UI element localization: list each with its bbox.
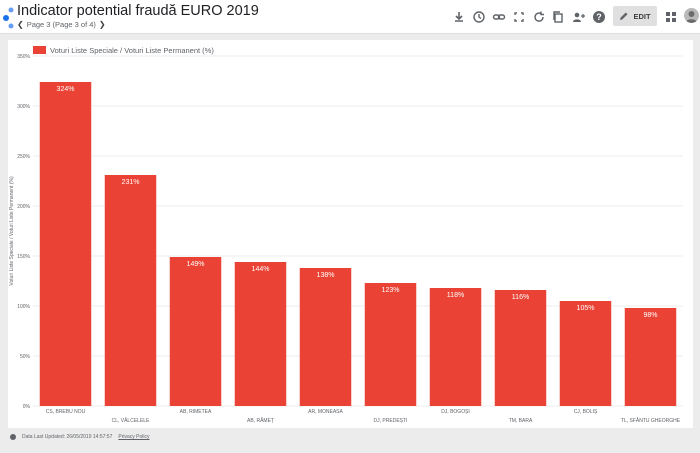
x-category-label: CL, VĂLCELELE bbox=[112, 417, 150, 424]
bar[interactable] bbox=[559, 301, 612, 406]
x-category-label: CJ, BOLIȘ bbox=[574, 409, 598, 415]
help-icon[interactable]: ? bbox=[592, 10, 606, 24]
legend-swatch bbox=[33, 46, 46, 54]
top-bar: Indicator potential fraudă EURO 2019 ❮ P… bbox=[0, 0, 700, 34]
bar-value-label: 324% bbox=[57, 86, 75, 93]
edit-button-label: EDIT bbox=[633, 11, 651, 21]
x-category-label: CS, BREBU NOU bbox=[46, 409, 86, 415]
chevron-left-icon[interactable]: ❮ bbox=[17, 20, 24, 29]
x-category-label: AB, RIMETEA bbox=[180, 409, 212, 415]
data-studio-logo[interactable] bbox=[2, 7, 14, 29]
x-category-label: DJ, BOGOȘI bbox=[441, 409, 470, 415]
download-icon[interactable] bbox=[452, 10, 466, 24]
y-tick-label: 0% bbox=[23, 404, 31, 410]
report-canvas: 0% 50% 100% 150% 200% 250% 300% 350% Voturi List… bbox=[8, 40, 693, 428]
footer: Data Last Updated: 26/05/2019 14:57:57 P… bbox=[10, 434, 149, 440]
bar-value-label: 149% bbox=[187, 261, 205, 268]
apps-grid-icon[interactable] bbox=[664, 10, 678, 24]
report-title: Indicator potential fraudă EURO 2019 bbox=[17, 3, 259, 19]
bar-value-label: 231% bbox=[122, 179, 140, 186]
y-tick-label: 150% bbox=[17, 254, 30, 260]
privacy-policy-link[interactable]: Privacy Policy bbox=[118, 434, 149, 440]
link-icon[interactable] bbox=[492, 10, 506, 24]
svg-text:?: ? bbox=[596, 12, 602, 22]
last-updated-text: Data Last Updated: 26/05/2019 14:57:57 bbox=[22, 434, 113, 440]
avatar-icon[interactable] bbox=[684, 8, 699, 23]
copy-icon[interactable] bbox=[551, 10, 565, 24]
x-category-label: DJ, PREDEȘTI bbox=[374, 418, 408, 424]
page-info: Page 3 (Page 3 of 4) bbox=[26, 20, 96, 29]
y-tick-label: 350% bbox=[17, 54, 30, 60]
y-tick-label: 250% bbox=[17, 154, 30, 160]
page-navigator: ❮ Page 3 (Page 3 of 4) ❯ bbox=[17, 20, 106, 29]
y-tick-label: 300% bbox=[17, 104, 30, 110]
bar-value-label: 144% bbox=[252, 266, 270, 273]
bar[interactable] bbox=[234, 262, 287, 406]
bar[interactable] bbox=[169, 257, 222, 406]
bar-value-label: 116% bbox=[512, 294, 529, 301]
x-category-label: TL, SFÂNTU GHEORGHE bbox=[621, 417, 681, 424]
refresh-icon[interactable] bbox=[532, 10, 546, 24]
bar[interactable] bbox=[364, 283, 417, 406]
share-icon[interactable] bbox=[572, 10, 586, 24]
y-tick-label: 100% bbox=[17, 304, 30, 310]
bar-value-label: 105% bbox=[577, 305, 595, 312]
legend-label[interactable]: Voturi Liste Speciale / Voturi Liste Per… bbox=[50, 46, 214, 55]
bar-value-label: 118% bbox=[447, 292, 464, 299]
bar[interactable] bbox=[299, 268, 352, 406]
edit-button[interactable]: EDIT bbox=[613, 6, 657, 26]
bar-value-label: 123% bbox=[382, 287, 400, 294]
bar[interactable] bbox=[624, 308, 677, 406]
bar[interactable] bbox=[494, 290, 547, 406]
bar-chart[interactable]: 0% 50% 100% 150% 200% 250% 300% 350% Voturi List… bbox=[8, 40, 693, 428]
fullscreen-icon[interactable] bbox=[512, 10, 526, 24]
y-axis-title: Voturi Liste Speciale / Voturi Liste Per… bbox=[9, 176, 15, 286]
x-category-label: TM, BARA bbox=[509, 418, 533, 424]
bar[interactable] bbox=[104, 175, 157, 406]
bar-value-label: 138% bbox=[317, 272, 335, 279]
y-tick-label: 50% bbox=[20, 354, 31, 360]
x-category-label: AB, RÂMEȚ bbox=[247, 417, 274, 424]
bar-value-label: 98% bbox=[643, 312, 657, 319]
x-category-label: AR, MONEASA bbox=[308, 409, 343, 415]
bar[interactable] bbox=[429, 288, 482, 406]
history-icon[interactable] bbox=[472, 10, 486, 24]
bar[interactable] bbox=[39, 82, 92, 406]
edit-pencil-icon bbox=[620, 12, 628, 20]
chevron-right-icon[interactable]: ❯ bbox=[99, 20, 106, 29]
y-tick-label: 200% bbox=[17, 204, 30, 210]
info-icon bbox=[10, 434, 16, 440]
